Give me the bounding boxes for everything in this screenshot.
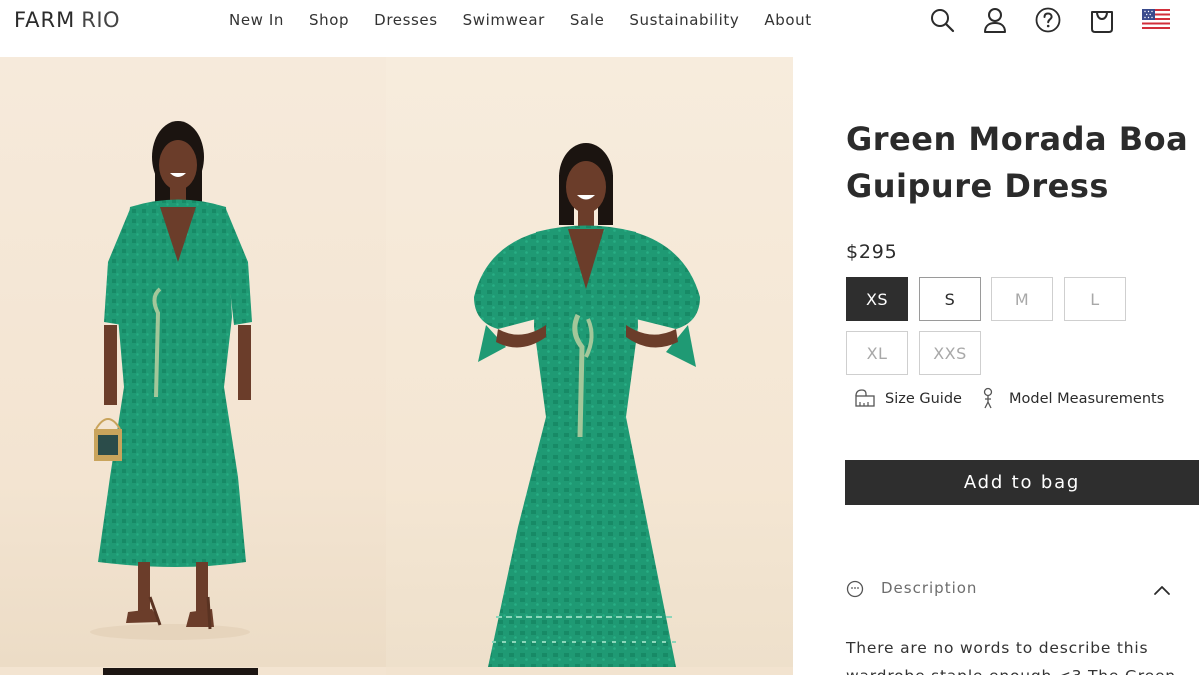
product-image-front-hands-on-hips[interactable] [386,57,793,667]
product-image-4-top-edge[interactable] [386,667,793,675]
nav-sustainability[interactable]: Sustainability [629,11,739,29]
description-text: There are no words to describe this ward… [846,634,1186,675]
farm-rio-logo[interactable]: FARM RIO [14,8,120,32]
nav-sale[interactable]: Sale [570,11,605,29]
search-icon[interactable] [928,6,956,34]
product-image-3-hair [103,668,258,675]
nav-swimwear[interactable]: Swimwear [463,11,545,29]
add-to-bag-button[interactable]: Add to bag [845,460,1199,505]
product-title-line1: Green Morada Boa [846,120,1189,158]
product-price: $295 [846,241,898,263]
logo-rio: RIO [81,8,121,32]
description-icon [846,580,864,598]
description-line1: There are no words to describe this [846,639,1149,657]
size-option-xs[interactable]: XS [846,277,908,321]
product-title: Green Morada Boa Guipure Dress [846,116,1196,210]
logo-farm: FARM [14,8,76,32]
product-title-line2: Guipure Dress [846,167,1109,205]
nav-dresses[interactable]: Dresses [374,11,438,29]
chevron-up-icon[interactable] [1152,582,1172,596]
us-flag-icon[interactable] [1142,9,1170,29]
nav-about[interactable]: About [764,11,811,29]
size-option-xl[interactable]: XL [846,331,908,375]
nav-new-in[interactable]: New In [229,11,284,29]
size-option-xxs[interactable]: XXS [919,331,981,375]
main-nav: New In Shop Dresses Swimwear Sale Sustai… [229,11,812,29]
product-image-front-with-bag[interactable] [0,57,386,667]
account-icon[interactable] [981,6,1009,34]
size-option-m[interactable]: M [991,277,1053,321]
description-line2: wardrobe staple enough <3 The Green [846,667,1176,675]
help-icon[interactable] [1034,6,1062,34]
ruler-icon[interactable] [855,389,875,407]
model-measurements-icon[interactable] [980,387,996,409]
size-option-l[interactable]: L [1064,277,1126,321]
site-header: FARM RIO New In Shop Dresses Swimwear Sal… [0,0,1200,42]
description-toggle[interactable]: Description [881,579,977,597]
nav-shop[interactable]: Shop [309,11,349,29]
model-measurements-link[interactable]: Model Measurements [1009,391,1164,407]
size-guide-link[interactable]: Size Guide [885,391,962,407]
shopping-bag-icon[interactable] [1088,6,1116,34]
size-option-s[interactable]: S [919,277,981,321]
